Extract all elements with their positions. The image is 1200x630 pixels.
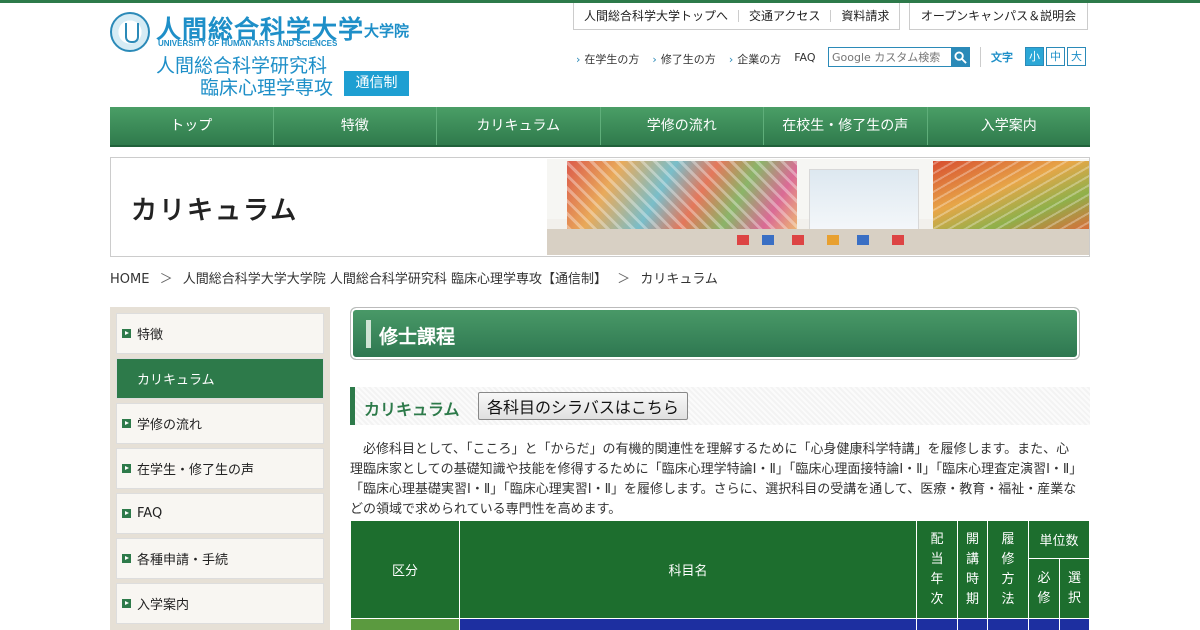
logo-department-line2: 臨床心理学専攻 (200, 77, 334, 99)
sidebar-item-admissions[interactable]: 入学案内 (116, 583, 324, 624)
arrow-bullet-icon (122, 554, 131, 563)
arrow-bullet-icon (122, 329, 131, 338)
header-period: 開講時期 (957, 520, 988, 619)
link-university-top[interactable]: 人間総合科学大学トップへ (574, 10, 740, 22)
nav-features[interactable]: 特徴 (274, 107, 437, 145)
university-emblem-icon (110, 12, 150, 52)
arrow-bullet-icon (122, 599, 131, 608)
subsection-title: カリキュラム (364, 400, 460, 419)
font-size-switcher: 文字 小 中 大 (991, 47, 1086, 66)
search-icon (953, 50, 967, 64)
intro-paragraph: 必修科目として、「こころ」と「からだ」の有機的関連性を理解するために「心身健康科… (350, 442, 1077, 517)
site-search (828, 47, 970, 67)
nav-curriculum[interactable]: カリキュラム (437, 107, 601, 145)
sidebar-item-student-voices[interactable]: 在学生・修了生の声 (116, 448, 324, 489)
breadcrumb-current: カリキュラム (640, 272, 718, 287)
link-access[interactable]: 交通アクセス (739, 10, 832, 22)
header-required: 必修 (1028, 558, 1060, 619)
link-graduates[interactable]: 修了生の方 (652, 51, 716, 67)
link-faq[interactable]: FAQ (794, 51, 815, 67)
table-row (350, 618, 1090, 630)
sidebar-item-study-flow[interactable]: 学修の流れ (116, 403, 324, 444)
breadcrumb: HOME ＞ 人間総合科学大学大学院 人間総合科学研究科 臨床心理学専攻【通信制… (110, 268, 724, 287)
correspondence-badge: 通信制 (344, 71, 409, 96)
breadcrumb-separator: ＞ (159, 272, 173, 287)
arrow-bullet-icon (122, 464, 131, 473)
section-heading: 修士課程 (379, 326, 456, 348)
breadcrumb-home[interactable]: HOME (110, 272, 149, 287)
font-size-medium-button[interactable]: 中 (1046, 47, 1065, 66)
open-campus-bar: オープンキャンパス＆説明会 (909, 3, 1088, 30)
sidebar-item-label: FAQ (137, 506, 163, 521)
sidebar-item-curriculum[interactable]: カリキュラム (116, 358, 324, 399)
page-banner: カリキュラム (110, 157, 1090, 257)
sidebar-item-label: 入学案内 (137, 598, 190, 613)
link-request-materials[interactable]: 資料請求 (831, 10, 899, 22)
nav-study-flow[interactable]: 学修の流れ (601, 107, 764, 145)
header-units: 単位数 (1028, 520, 1090, 559)
search-button[interactable] (951, 48, 969, 66)
audience-links: 在学生の方 修了生の方 企業の方 FAQ (576, 51, 829, 67)
arrow-bullet-icon (122, 509, 131, 518)
sidebar-item-label: 各種申請・手続 (137, 553, 229, 568)
sidebar-item-applications[interactable]: 各種申請・手続 (116, 538, 324, 579)
sidebar-item-label: 学修の流れ (137, 418, 203, 433)
sidebar-item-faq[interactable]: FAQ (116, 493, 324, 534)
global-nav: トップ 特徴 カリキュラム 学修の流れ 在校生・修了生の声 入学案内 (110, 107, 1090, 147)
link-open-campus[interactable]: オープンキャンパス＆説明会 (911, 10, 1086, 22)
link-companies[interactable]: 企業の方 (729, 51, 781, 67)
sidebar: 特徴 カリキュラム 学修の流れ 在学生・修了生の声 FAQ 各種申請・手続 入学… (110, 307, 330, 630)
header-category: 区分 (350, 520, 460, 619)
font-size-label: 文字 (991, 50, 1013, 64)
font-size-small-button[interactable]: 小 (1025, 47, 1044, 66)
logo-graduate-label: 大学院 (364, 22, 410, 40)
nav-admissions[interactable]: 入学案内 (928, 107, 1091, 145)
page-title: カリキュラム (131, 196, 299, 226)
top-links-bar: 人間総合科学大学トップへ 交通アクセス 資料請求 (573, 3, 900, 30)
sidebar-item-label: 在学生・修了生の声 (137, 463, 255, 478)
font-size-large-button[interactable]: 大 (1067, 47, 1086, 66)
subsection-header: カリキュラム 各科目のシラバスはこちら (350, 387, 1090, 425)
sidebar-item-label: カリキュラム (137, 373, 215, 388)
section-heading-box: 修士課程 (350, 307, 1080, 360)
sidebar-item-features[interactable]: 特徴 (116, 313, 324, 354)
header-year: 配当年次 (916, 520, 958, 619)
curriculum-table: 区分 科目名 配当年次 開講時期 履修方法 単位数 必修 選択 (350, 520, 1090, 630)
nav-top[interactable]: トップ (110, 107, 274, 145)
header-elective: 選択 (1059, 558, 1090, 619)
syllabus-button[interactable]: 各科目のシラバスはこちら (478, 392, 688, 420)
site-logo[interactable]: 人間総合科学大学 大学院 UNIVERSITY OF HUMAN ARTS AN… (110, 10, 420, 100)
header-subject: 科目名 (459, 520, 917, 619)
breadcrumb-department[interactable]: 人間総合科学大学大学院 人間総合科学研究科 臨床心理学専攻【通信制】 (183, 272, 607, 287)
logo-english-name: UNIVERSITY OF HUMAN ARTS AND SCIENCES (158, 39, 338, 48)
heading-accent-bar (366, 320, 371, 348)
nav-student-voices[interactable]: 在校生・修了生の声 (764, 107, 928, 145)
breadcrumb-separator: ＞ (617, 272, 631, 287)
banner-photo (547, 159, 1089, 255)
sidebar-item-label: 特徴 (137, 328, 164, 343)
divider (980, 47, 981, 67)
link-current-students[interactable]: 在学生の方 (576, 51, 639, 67)
header-method: 履修方法 (987, 520, 1029, 619)
arrow-bullet-icon (122, 419, 131, 428)
search-input[interactable] (829, 48, 951, 66)
